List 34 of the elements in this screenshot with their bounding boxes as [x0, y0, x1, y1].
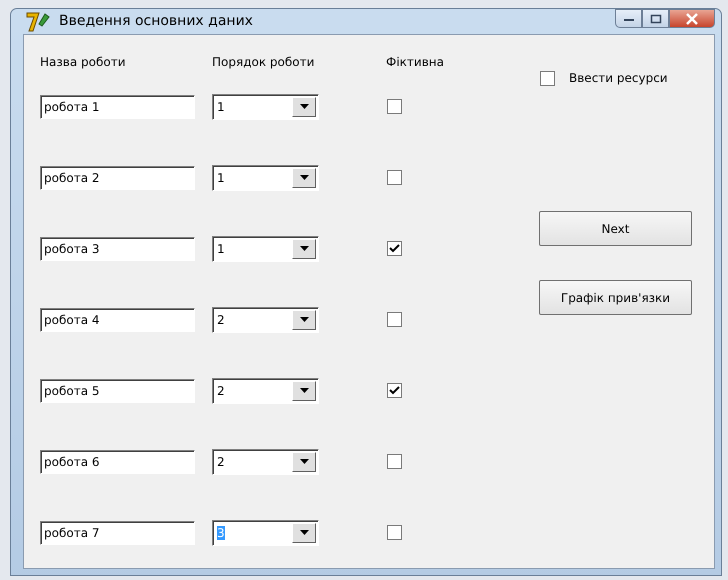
column-header: Назва роботи — [40, 54, 126, 71]
name-field[interactable]: робота 5 — [40, 378, 195, 402]
name-field[interactable]: робота 4 — [40, 308, 195, 332]
fictive-checkbox[interactable] — [387, 525, 402, 540]
close-icon — [685, 12, 699, 24]
fictive-checkbox[interactable] — [387, 383, 402, 398]
checkbox-label: Ввести ресурси — [569, 70, 668, 87]
dialog-button[interactable]: Графік прив'язки — [539, 280, 692, 315]
fictive-checkbox[interactable] — [387, 241, 402, 256]
dialog-button[interactable]: Next — [539, 211, 692, 246]
order-dropdown[interactable]: 1 — [212, 94, 319, 120]
minimize-button[interactable] — [615, 9, 642, 28]
order-dropdown[interactable]: 1 — [212, 236, 319, 262]
fictive-checkbox[interactable] — [387, 312, 402, 327]
column-header: Фіктивна — [386, 54, 444, 71]
order-dropdown[interactable]: 2 — [212, 378, 319, 404]
resources-checkbox[interactable] — [540, 70, 555, 86]
name-field[interactable]: робота 2 — [40, 166, 195, 190]
name-field[interactable]: робота 3 — [40, 236, 195, 260]
fictive-checkbox[interactable] — [387, 170, 402, 185]
maximize-icon — [650, 14, 662, 24]
name-field[interactable]: робота 1 — [40, 94, 195, 118]
order-dropdown[interactable]: 1 — [212, 164, 319, 190]
fictive-checkbox[interactable] — [387, 454, 402, 469]
order-dropdown[interactable]: 2 — [212, 306, 319, 332]
name-field[interactable]: робота 6 — [40, 450, 195, 474]
close-button[interactable] — [669, 9, 715, 28]
window-title: Введення основних даних — [59, 12, 253, 31]
app-icon — [25, 10, 51, 34]
fictive-checkbox[interactable] — [387, 99, 402, 114]
order-dropdown[interactable]: 2 — [212, 448, 319, 474]
column-header: Порядок роботи — [212, 54, 316, 71]
maximize-button[interactable] — [642, 9, 669, 28]
name-field[interactable]: робота 7 — [40, 520, 195, 544]
